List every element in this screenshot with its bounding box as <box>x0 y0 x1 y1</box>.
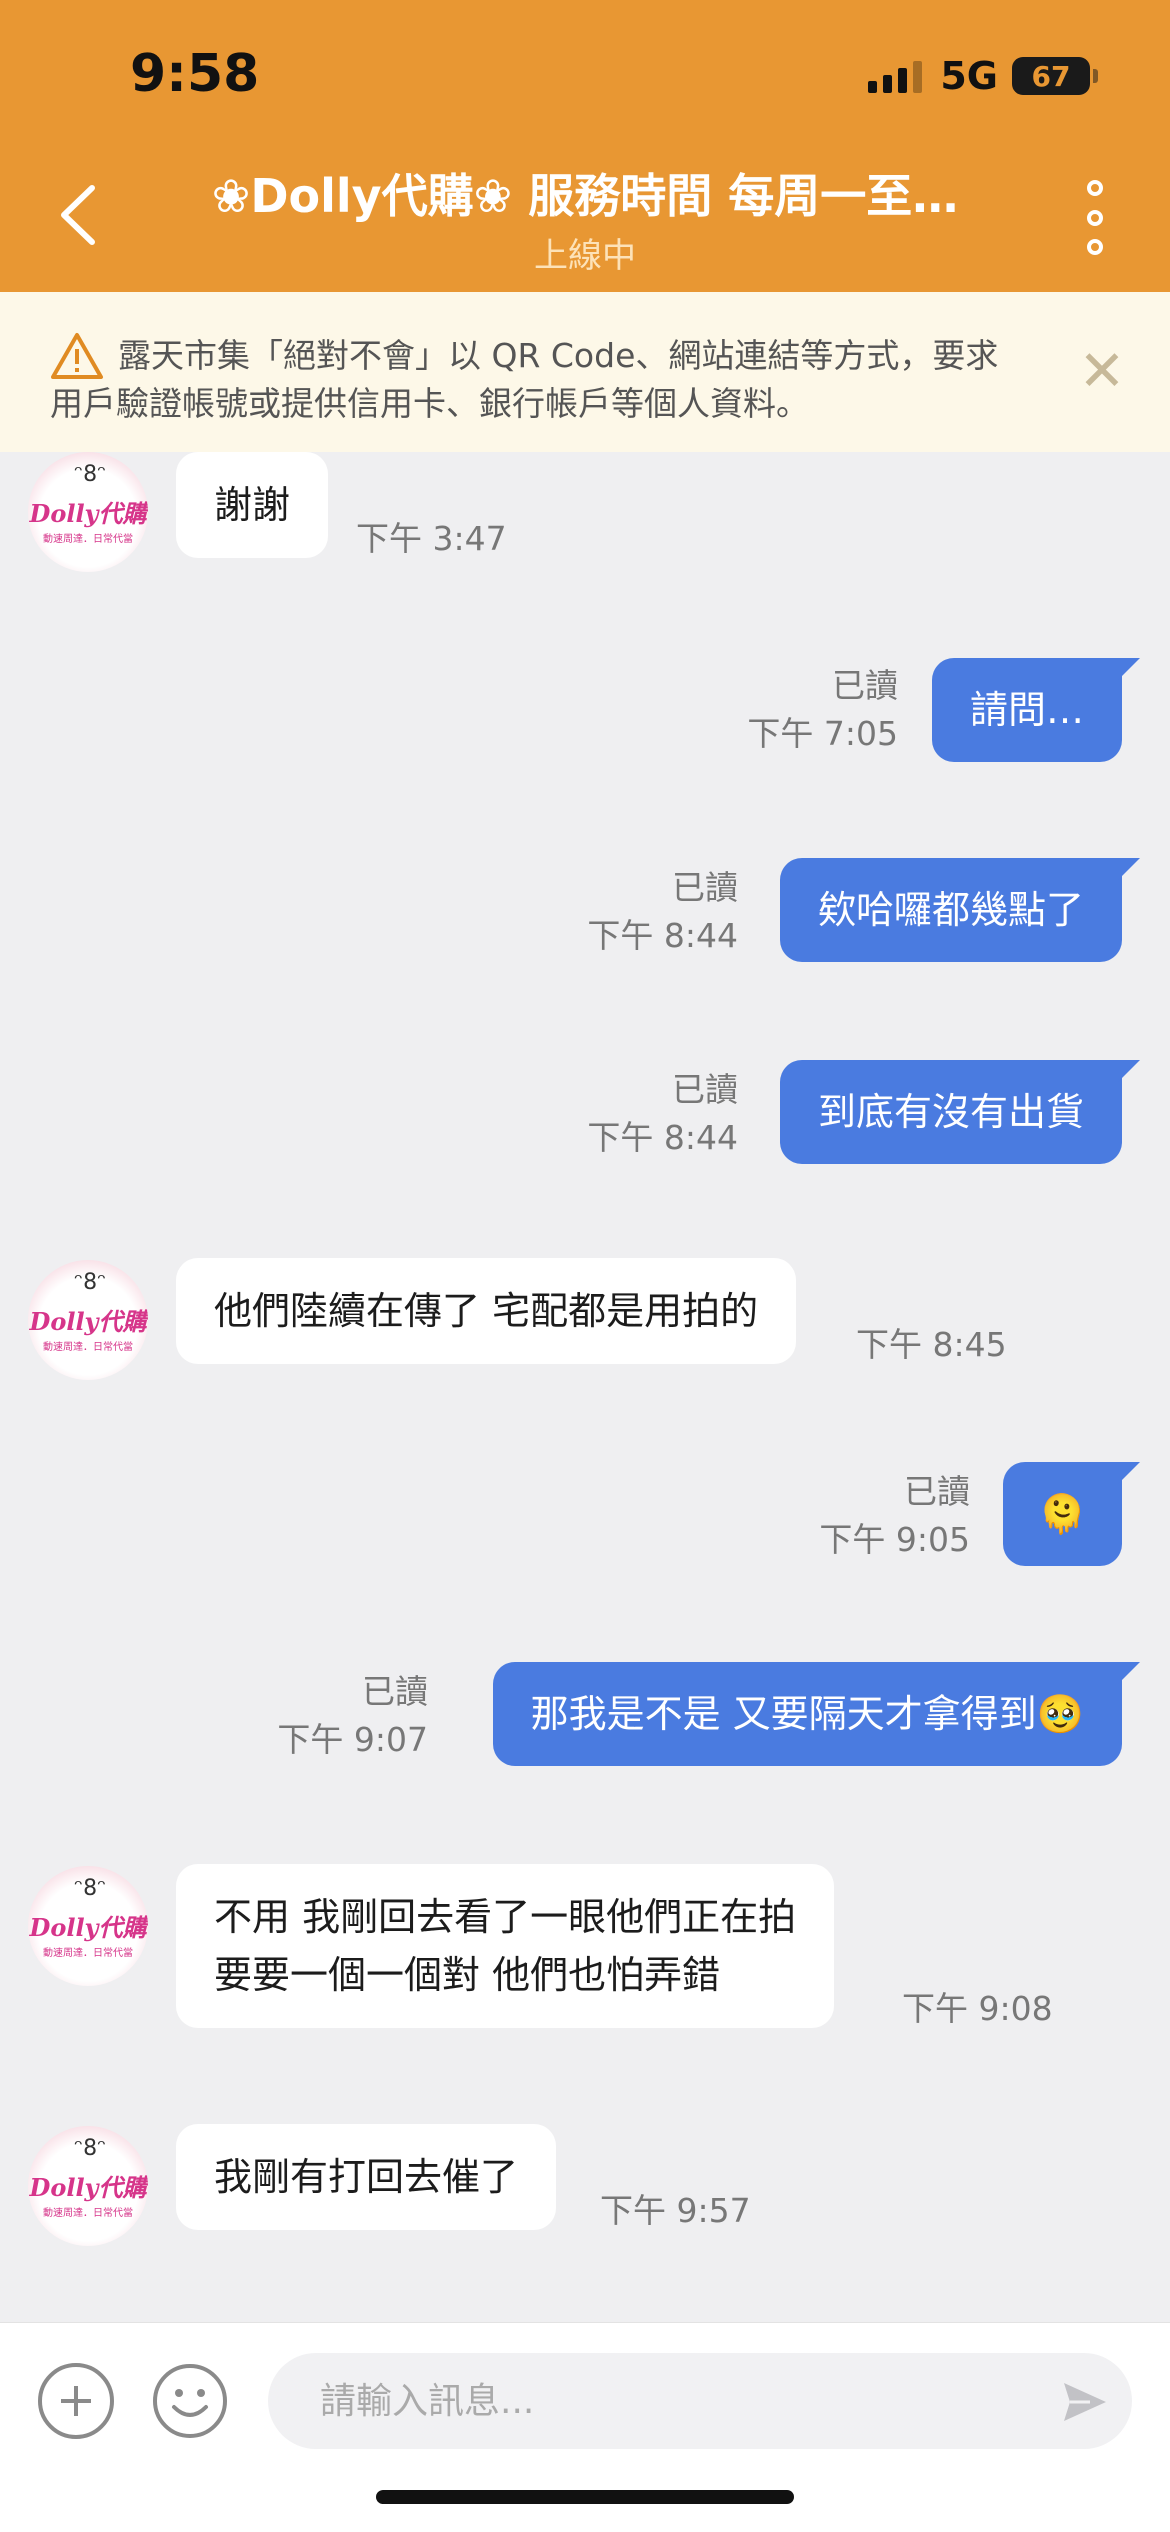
message-input[interactable] <box>268 2353 1132 2449</box>
avatar[interactable]: ᵔ8ᵔ Dolly代購 動速周達．日常代當 <box>28 1866 148 1986</box>
message-meta: 已讀 下午 8:44 <box>587 864 738 960</box>
outgoing-message[interactable]: 那我是不是 又要隔天才拿得到🥹 <box>492 1662 1141 1766</box>
outgoing-message[interactable]: 到底有沒有出貨 <box>779 1060 1141 1164</box>
message-time: 下午 9:57 <box>600 2191 751 2230</box>
message-meta: 已讀 下午 7:05 <box>747 662 898 758</box>
avatar[interactable]: ᵔ8ᵔ Dolly代購 動速周達．日常代當 <box>28 452 148 572</box>
avatar-subtext: 動速周達．日常代當 <box>43 2208 133 2219</box>
add-attachment-button[interactable] <box>38 2363 114 2439</box>
outgoing-message[interactable]: 請問… <box>931 658 1141 762</box>
close-icon[interactable]: ✕ <box>1074 344 1130 400</box>
outgoing-message[interactable]: 欸哈囉都幾點了 <box>779 858 1141 962</box>
chevron-left-icon <box>61 185 95 245</box>
read-receipt: 已讀 <box>832 666 898 705</box>
avatar[interactable]: ᵔ8ᵔ Dolly代購 動速周達．日常代當 <box>28 2126 148 2246</box>
message-time: 下午 7:05 <box>747 714 898 753</box>
message-time: 下午 8:45 <box>856 1325 1007 1364</box>
avatar[interactable]: ᵔ8ᵔ Dolly代購 動速周達．日常代當 <box>28 1260 148 1380</box>
security-warning-banner: 露天市集「絕對不會」以 QR Code、網站連結等方式，要求用戶驗證帳號或提供信… <box>0 292 1170 452</box>
incoming-message[interactable]: 我剛有打回去催了 <box>176 2124 557 2230</box>
read-receipt: 已讀 <box>672 868 738 907</box>
avatar-subtext: 動速周達．日常代當 <box>43 1948 133 1959</box>
message-line: 要要一個一個對 他們也怕弄錯 <box>214 1953 721 1997</box>
more-dot <box>1087 180 1103 196</box>
signal-icon <box>868 59 923 93</box>
message-time: 下午 8:44 <box>587 1118 738 1157</box>
avatar-logo: Dolly代購 <box>29 2173 147 2202</box>
chat-title: ❀Dolly代購❀ 服務時間 每周一至… <box>211 169 959 223</box>
message-time: 下午 9:05 <box>819 1520 970 1559</box>
message-line: 不用 我剛回去看了一眼他們正在拍 <box>214 1895 797 1939</box>
message-meta: 已讀 下午 8:44 <box>587 1066 738 1162</box>
more-options-button[interactable] <box>1080 180 1110 255</box>
online-status: 上線中 <box>534 236 636 276</box>
avatar-logo: Dolly代購 <box>29 1307 147 1336</box>
avatar-subtext: 動速周達．日常代當 <box>43 1342 133 1353</box>
status-time: 9:58 <box>130 44 260 104</box>
read-receipt: 已讀 <box>904 1472 970 1511</box>
back-button[interactable] <box>50 180 110 250</box>
home-indicator <box>376 2490 794 2504</box>
message-meta: 已讀 下午 9:07 <box>277 1668 428 1764</box>
send-icon[interactable] <box>1060 2377 1110 2427</box>
message-time: 下午 8:44 <box>587 916 738 955</box>
message-time: 下午 9:07 <box>277 1720 428 1759</box>
more-dot <box>1087 239 1103 255</box>
outgoing-message[interactable]: 🫠 <box>1002 1462 1141 1566</box>
incoming-message[interactable]: 謝謝 <box>176 452 329 558</box>
message-time: 下午 3:47 <box>356 519 507 558</box>
incoming-message[interactable]: 不用 我剛回去看了一眼他們正在拍 要要一個一個對 他們也怕弄錯 <box>176 1864 835 2028</box>
emoji-icon[interactable] <box>152 2363 228 2439</box>
avatar-logo: Dolly代購 <box>29 499 147 528</box>
more-dot <box>1087 209 1103 226</box>
warning-text: 露天市集「絕對不會」以 QR Code、網站連結等方式，要求用戶驗證帳號或提供信… <box>50 336 999 423</box>
message-time: 下午 9:08 <box>902 1989 1053 2028</box>
avatar-logo: Dolly代購 <box>29 1913 147 1942</box>
message-meta: 已讀 下午 9:05 <box>819 1468 970 1564</box>
status-indicators: 5G 67 <box>868 52 1098 100</box>
network-type: 5G <box>940 54 998 98</box>
incoming-message[interactable]: 他們陸續在傳了 宅配都是用拍的 <box>176 1258 797 1364</box>
battery-icon: 67 <box>1012 57 1098 95</box>
read-receipt: 已讀 <box>362 1672 428 1711</box>
read-receipt: 已讀 <box>672 1070 738 1109</box>
chat-header: 9:58 5G 67 ❀Dolly代購❀ 服務時間 每周一至… 上線中 <box>0 0 1170 292</box>
avatar-subtext: 動速周達．日常代當 <box>43 534 133 545</box>
